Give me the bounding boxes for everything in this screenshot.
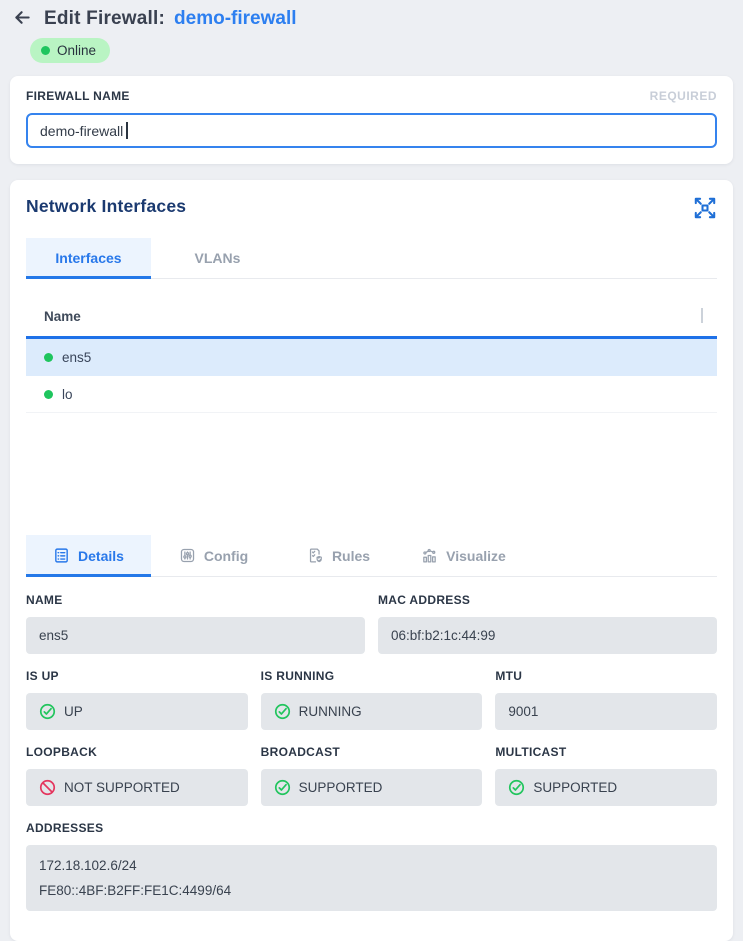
field-multicast: MULTICAST SUPPORTED <box>495 743 717 806</box>
field-mac-address-value: 06:bf:b2:1c:44:99 <box>378 617 717 654</box>
text-caret <box>126 122 128 139</box>
page-title: Edit Firewall: <box>44 8 165 30</box>
status-label: Online <box>57 43 96 58</box>
check-circle-icon <box>274 779 291 796</box>
field-addresses: ADDRESSES 172.18.102.6/24 FE80::4BF:B2FF… <box>26 819 717 911</box>
check-circle-icon <box>274 703 291 720</box>
field-name: NAME ens5 <box>26 591 365 654</box>
expand-button[interactable] <box>690 193 720 226</box>
detail-tabs: Details Config <box>26 535 717 577</box>
firewall-name-title: demo-firewall <box>174 8 296 30</box>
interface-name: lo <box>62 387 73 402</box>
rules-shield-icon <box>307 547 324 564</box>
field-is-running-value: RUNNING <box>261 693 483 730</box>
interface-name: ens5 <box>62 350 91 365</box>
interface-status-dot-icon <box>44 390 53 399</box>
field-loopback-value: NOT SUPPORTED <box>26 769 248 806</box>
address-line: 172.18.102.6/24 <box>39 853 704 878</box>
header: Edit Firewall: demo-firewall <box>10 5 733 31</box>
back-button[interactable] <box>12 7 33 31</box>
tab-config[interactable]: Config <box>151 535 276 577</box>
field-mtu-value: 9001 <box>495 693 717 730</box>
address-line: FE80::4BF:B2FF:FE1C:4499/64 <box>39 878 704 903</box>
online-dot-icon <box>41 46 50 55</box>
firewall-name-card: FIREWALL NAME REQUIRED <box>10 76 733 164</box>
field-name-value: ens5 <box>26 617 365 654</box>
interfaces-table: Name ens5 lo <box>26 300 717 535</box>
card-title: Network Interfaces <box>26 196 717 217</box>
column-header-name[interactable]: Name <box>26 300 717 339</box>
interface-status-dot-icon <box>44 353 53 362</box>
network-interfaces-card: Network Interfaces Interfaces VLANs Name <box>10 180 733 941</box>
list-details-icon <box>53 547 70 564</box>
interface-tabs: Interfaces VLANs <box>26 238 717 279</box>
table-empty-space <box>26 413 717 535</box>
field-multicast-value: SUPPORTED <box>495 769 717 806</box>
table-row-lo[interactable]: lo <box>26 376 717 413</box>
field-broadcast: BROADCAST SUPPORTED <box>261 743 483 806</box>
tab-rules[interactable]: Rules <box>276 535 401 577</box>
field-is-up-value: UP <box>26 693 248 730</box>
interface-details: NAME ens5 MAC ADDRESS 06:bf:b2:1c:44:99 … <box>26 591 717 911</box>
field-broadcast-value: SUPPORTED <box>261 769 483 806</box>
firewall-name-input[interactable] <box>26 113 717 148</box>
field-mac-address: MAC ADDRESS 06:bf:b2:1c:44:99 <box>378 591 717 654</box>
field-is-up: IS UP UP <box>26 667 248 730</box>
sliders-icon <box>179 547 196 564</box>
chart-icon <box>421 547 438 564</box>
firewall-name-label: FIREWALL NAME <box>26 89 130 103</box>
prohibited-icon <box>39 779 56 796</box>
arrow-left-icon <box>12 7 33 31</box>
tab-details[interactable]: Details <box>26 535 151 577</box>
table-row-ens5[interactable]: ens5 <box>26 339 717 376</box>
field-loopback: LOOPBACK NOT SUPPORTED <box>26 743 248 806</box>
column-resize-handle[interactable] <box>701 308 703 323</box>
field-is-running: IS RUNNING RUNNING <box>261 667 483 730</box>
status-badge: Online <box>30 38 110 63</box>
field-addresses-value: 172.18.102.6/24 FE80::4BF:B2FF:FE1C:4499… <box>26 845 717 911</box>
page: Edit Firewall: demo-firewall Online FIRE… <box>0 0 743 941</box>
required-badge: REQUIRED <box>650 89 717 103</box>
tab-interfaces[interactable]: Interfaces <box>26 238 151 279</box>
field-mtu: MTU 9001 <box>495 667 717 730</box>
check-circle-icon <box>39 703 56 720</box>
check-circle-icon <box>508 779 525 796</box>
expand-icon <box>692 195 718 224</box>
tab-vlans[interactable]: VLANs <box>151 238 284 279</box>
tab-visualize[interactable]: Visualize <box>401 535 526 577</box>
